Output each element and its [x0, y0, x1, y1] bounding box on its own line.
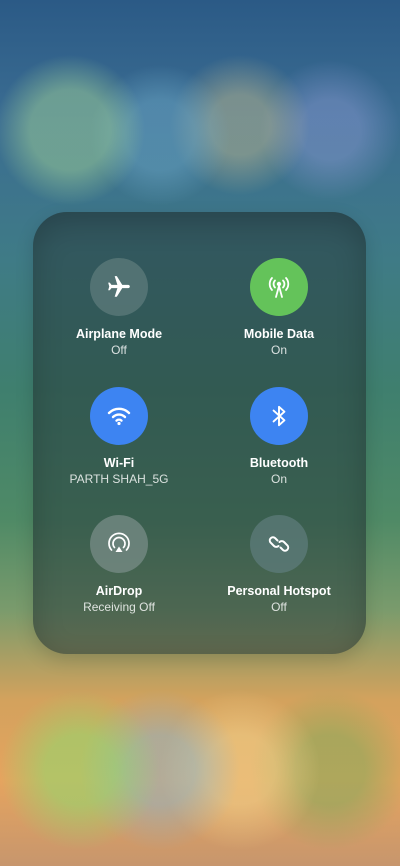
mobile-data-status: On [270, 343, 287, 357]
airplane-mode-button[interactable] [90, 258, 148, 316]
airplane-mode-toggle[interactable]: Airplane Mode Off [39, 258, 199, 358]
bluetooth-toggle[interactable]: Bluetooth On [199, 387, 359, 487]
bluetooth-label: Bluetooth [249, 456, 309, 470]
mobile-data-label: Mobile Data [243, 327, 315, 341]
airdrop-icon [108, 532, 130, 552]
personal-hotspot-status: Off [271, 600, 287, 614]
wifi-button[interactable] [90, 387, 148, 445]
hotspot-link-icon [268, 536, 290, 552]
airdrop-toggle[interactable]: AirDrop Receiving Off [39, 515, 199, 615]
airplane-icon [108, 276, 130, 297]
control-center-screen: Airplane Mode Off Mobile Data On Wi-Fi P… [0, 0, 400, 866]
mobile-data-toggle[interactable]: Mobile Data On [199, 258, 359, 358]
personal-hotspot-button[interactable] [250, 515, 308, 573]
bluetooth-button[interactable] [250, 387, 308, 445]
personal-hotspot-toggle[interactable]: Personal Hotspot Off [199, 515, 359, 615]
bluetooth-icon [272, 405, 286, 427]
wifi-network-name: PARTH SHAH_5G [69, 472, 169, 486]
airplane-mode-status: Off [111, 343, 127, 357]
bluetooth-status: On [270, 472, 287, 486]
wifi-icon [107, 407, 131, 426]
wifi-label: Wi-Fi [103, 456, 135, 470]
airdrop-status: Receiving Off [83, 600, 155, 614]
mobile-data-button[interactable] [250, 258, 308, 316]
wifi-toggle[interactable]: Wi-Fi PARTH SHAH_5G [39, 387, 199, 487]
airdrop-label: AirDrop [95, 584, 143, 598]
personal-hotspot-label: Personal Hotspot [227, 584, 331, 598]
airplane-mode-label: Airplane Mode [75, 327, 163, 341]
antenna-icon [268, 277, 290, 298]
connectivity-panel: Airplane Mode Off Mobile Data On Wi-Fi P… [33, 212, 366, 654]
airdrop-button[interactable] [90, 515, 148, 573]
